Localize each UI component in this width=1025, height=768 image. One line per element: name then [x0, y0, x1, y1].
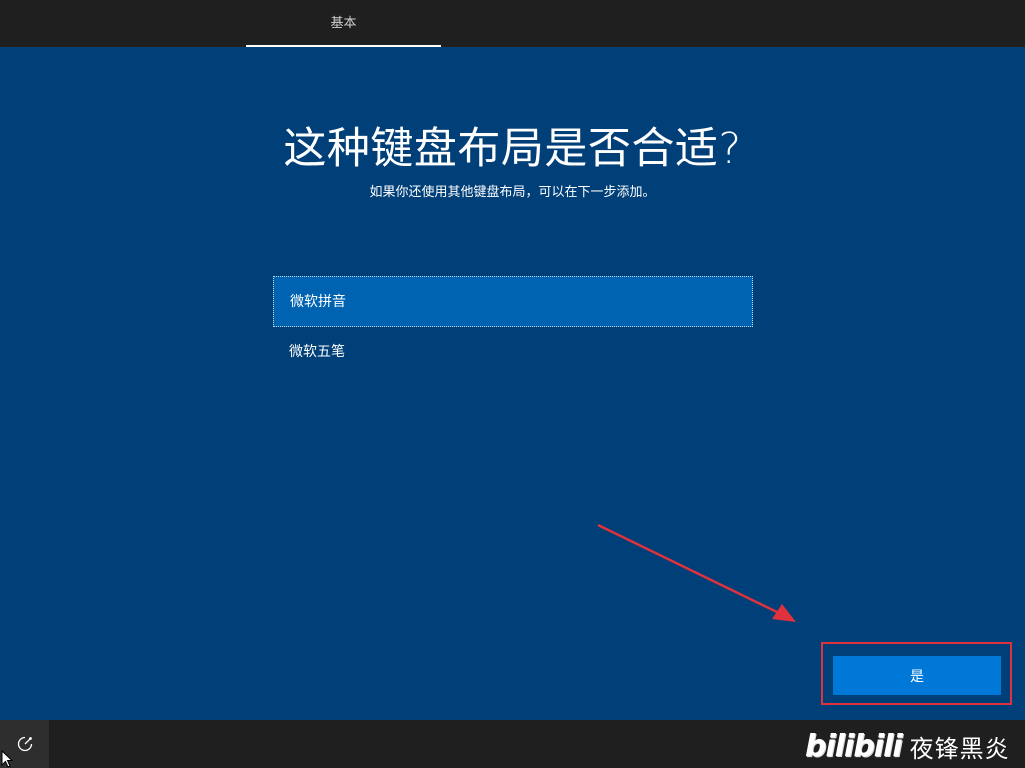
annotation-arrow — [597, 523, 796, 622]
channel-name: 夜锋黑炎 — [909, 734, 1010, 763]
tab-basic[interactable]: 基本 — [246, 0, 441, 47]
page-title: 这种键盘布局是否合适? — [283, 124, 742, 174]
tab-basic-label: 基本 — [330, 16, 357, 31]
yes-button[interactable]: 是 — [833, 656, 1001, 695]
list-item-label: 微软拼音 — [290, 294, 346, 310]
top-bar: 基本 — [0, 0, 1025, 47]
keyboard-layout-list: 微软拼音 微软五笔 — [273, 276, 753, 378]
mouse-cursor-icon — [1, 750, 13, 768]
ease-of-access-icon — [17, 736, 32, 752]
watermark: bilibili 夜锋黑炎 — [805, 726, 1010, 766]
list-item-microsoft-wubi[interactable]: 微软五笔 — [273, 327, 753, 378]
list-item-microsoft-pinyin[interactable]: 微软拼音 — [273, 276, 753, 327]
page-subtitle: 如果你还使用其他键盘布局，可以在下一步添加。 — [369, 185, 656, 200]
bilibili-logo: bilibili — [805, 728, 903, 764]
list-item-label: 微软五笔 — [289, 344, 345, 360]
